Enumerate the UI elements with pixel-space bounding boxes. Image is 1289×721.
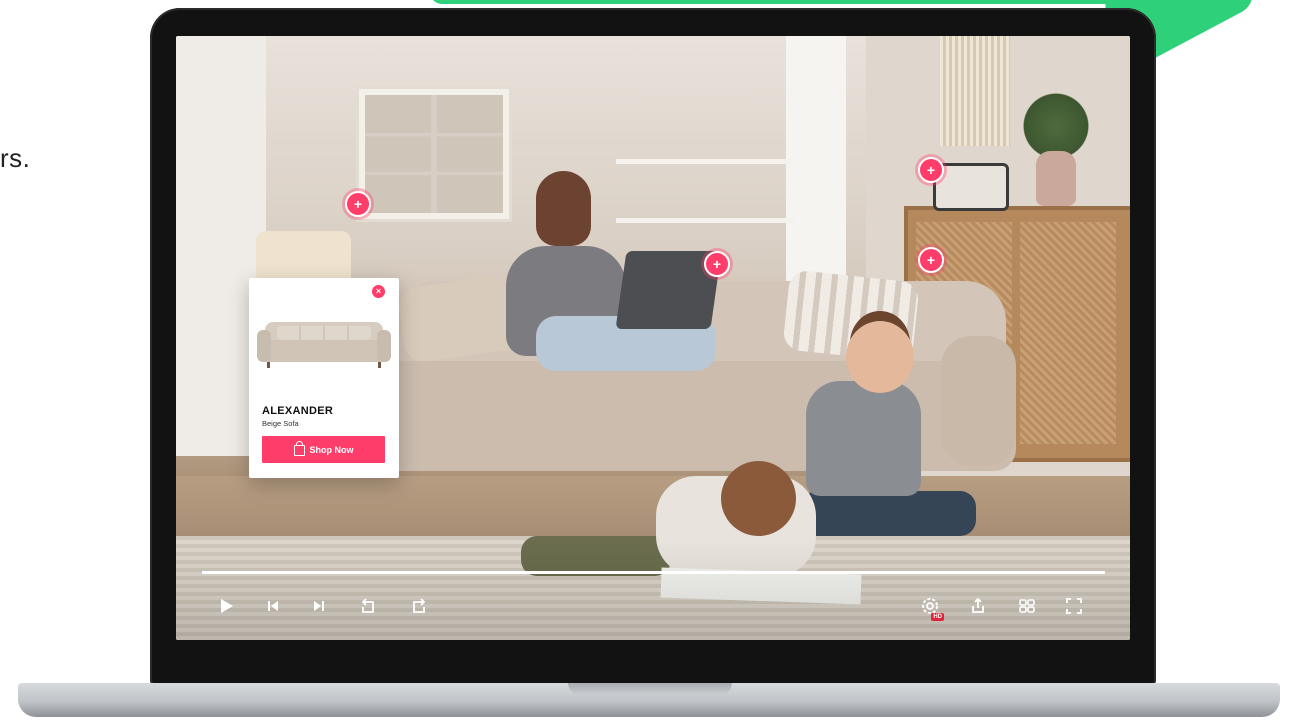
product-title: ALEXANDER [262,405,334,417]
scene-vase [1036,151,1076,206]
laptop-base-notch [568,683,732,695]
scene-radio [933,163,1009,211]
shop-now-label: Shop Now [309,444,354,455]
scene-shelf [616,218,794,223]
progress-bar[interactable] [202,571,1105,574]
scene-macrame [940,36,1010,146]
controls-overlay [176,540,1130,640]
video-player[interactable]: + + + + × ALEXANDER Beige Sofa Shop Now [176,36,1130,640]
product-card: × ALEXANDER Beige Sofa Shop Now [249,278,399,478]
fullscreen-button[interactable] [1062,594,1086,618]
scene-woman-head [536,171,591,246]
grid-icon [1019,599,1035,613]
quality-settings-button[interactable]: HD [918,594,944,621]
scene-shelf [616,159,794,164]
hotspot-laptop[interactable]: + [704,251,730,277]
forward-button[interactable] [407,594,431,618]
plus-icon: + [712,256,722,272]
skip-next-icon [314,601,324,611]
skip-previous-button[interactable] [261,594,285,618]
scene-girl-head [721,461,796,536]
share-button[interactable] [966,594,990,618]
product-subtitle: Beige Sofa [262,419,299,428]
forward-icon [413,598,426,613]
scene-boy-head [846,321,914,393]
plus-icon: + [353,196,363,212]
scene-sofa-arm [941,336,1016,466]
scene-boy-legs [801,491,976,536]
scene-kitchen-cabinet [356,86,512,222]
rewind-icon [361,598,374,613]
hotspot-radio[interactable]: + [918,157,944,183]
scene-window [786,36,846,286]
share-icon [972,597,984,613]
hd-badge: HD [931,613,944,621]
hotspot-sideboard[interactable]: + [918,247,944,273]
play-icon [221,599,233,613]
hotspot-cabinet[interactable]: + [345,191,371,217]
fullscreen-icon [1066,598,1082,614]
shop-now-button[interactable]: Shop Now [262,436,385,463]
play-button[interactable] [214,594,238,618]
close-icon[interactable]: × [372,285,385,298]
decorative-green-band [430,0,1190,4]
grid-view-button[interactable] [1015,594,1039,618]
side-text-fragment: rs. [0,143,31,173]
rewind-button[interactable] [356,594,380,618]
skip-previous-icon [268,601,278,611]
scene-boy [806,381,921,496]
product-image-sofa [257,308,391,378]
plus-icon: + [926,252,936,268]
progress-fill [202,571,1105,574]
shopping-bag-icon [293,441,305,456]
plus-icon: + [926,162,936,178]
skip-next-button[interactable] [307,594,331,618]
